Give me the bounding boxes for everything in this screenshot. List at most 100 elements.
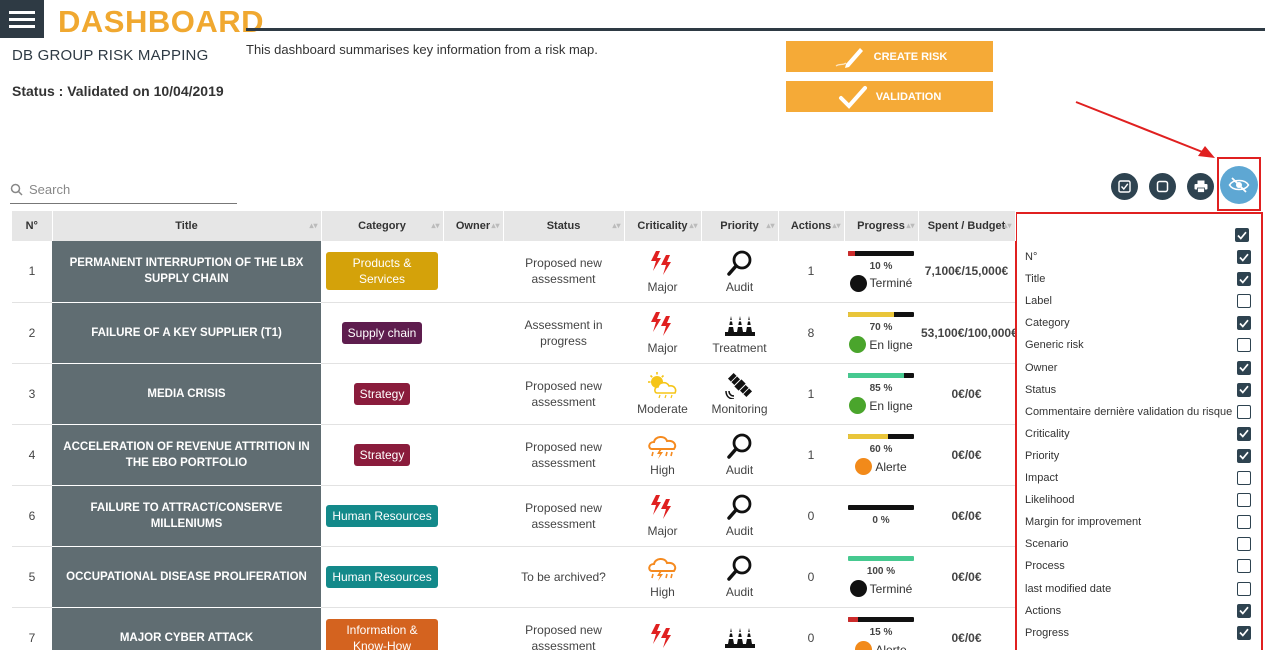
- column-header-7[interactable]: Actions ▴▾: [778, 211, 845, 241]
- risk-title[interactable]: MAJOR CYBER ATTACK: [52, 607, 321, 650]
- table-row[interactable]: 1 PERMANENT INTERRUPTION OF THE LBX SUPPL…: [12, 241, 1015, 303]
- column-visibility-button[interactable]: [1220, 166, 1258, 204]
- state-dot-icon: [855, 641, 873, 650]
- column-option[interactable]: Process: [1025, 555, 1251, 577]
- owner-cell: [443, 546, 503, 608]
- state-dot-icon: [849, 274, 867, 292]
- actions-count: 0: [778, 546, 844, 608]
- column-header-9[interactable]: Spent / Budget ▴▾: [918, 211, 1016, 241]
- sort-icon[interactable]: ▴▾: [491, 221, 499, 230]
- actions-count: 0: [778, 607, 844, 650]
- print-button[interactable]: [1187, 173, 1214, 200]
- column-header-1[interactable]: Title ▴▾: [52, 211, 322, 241]
- column-option[interactable]: Likelihood: [1025, 489, 1251, 511]
- sort-icon[interactable]: ▴▾: [309, 221, 317, 230]
- sort-icon[interactable]: ▴▾: [431, 221, 439, 230]
- column-option[interactable]: Status: [1025, 379, 1251, 401]
- column-option[interactable]: Scenario: [1025, 533, 1251, 555]
- sort-icon[interactable]: ▴▾: [612, 221, 620, 230]
- column-checkbox[interactable]: [1237, 316, 1251, 331]
- column-checkbox[interactable]: [1237, 625, 1251, 640]
- search-input[interactable]: [29, 182, 219, 197]
- risk-title[interactable]: FAILURE OF A KEY SUPPLIER (T1): [52, 302, 321, 364]
- validation-button[interactable]: VALIDATION: [786, 81, 993, 112]
- column-checkbox[interactable]: [1237, 603, 1251, 618]
- column-option-label: Commentaire dernière validation du risqu…: [1025, 405, 1233, 418]
- column-checkbox[interactable]: [1237, 294, 1251, 309]
- column-header-2[interactable]: Category ▴▾: [321, 211, 444, 241]
- column-checkbox[interactable]: [1237, 360, 1251, 375]
- table-row[interactable]: 7 MAJOR CYBER ATTACK Information & Know-Ho…: [12, 607, 1015, 650]
- page-title: DASHBOARD: [58, 4, 264, 39]
- column-option[interactable]: Criticality: [1025, 423, 1251, 445]
- column-checkbox[interactable]: [1237, 250, 1251, 264]
- column-header-label: Priority: [720, 220, 759, 232]
- column-option[interactable]: N°: [1025, 246, 1251, 268]
- category-cell: Human Resources: [321, 485, 443, 547]
- column-option[interactable]: Label: [1025, 290, 1251, 312]
- priority-label: Treatment: [712, 341, 767, 355]
- toggle-all-columns-checkbox[interactable]: [1235, 228, 1249, 242]
- risk-title[interactable]: OCCUPATIONAL DISEASE PROLIFERATION: [52, 546, 321, 608]
- hamburger-menu-icon[interactable]: [0, 0, 44, 38]
- category-badge: Information & Know-How: [326, 618, 438, 650]
- column-header-0[interactable]: N°: [12, 211, 53, 241]
- column-header-6[interactable]: Priority ▴▾: [701, 211, 779, 241]
- state-label: En ligne: [869, 337, 913, 352]
- map-subtitle: DB GROUP RISK MAPPING: [12, 47, 209, 64]
- progress-cell: 10 % Terminé: [844, 241, 918, 303]
- column-checkbox[interactable]: [1237, 404, 1251, 419]
- column-checkbox[interactable]: [1237, 515, 1251, 530]
- column-option[interactable]: Impact: [1025, 467, 1251, 489]
- sort-icon[interactable]: ▴▾: [1003, 221, 1011, 230]
- column-checkbox[interactable]: [1237, 471, 1251, 485]
- column-checkbox[interactable]: [1237, 382, 1251, 397]
- column-option[interactable]: Actions: [1025, 600, 1251, 622]
- risk-title[interactable]: PERMANENT INTERRUPTION OF THE LBX SUPPLY…: [52, 241, 321, 303]
- sort-icon[interactable]: ▴▾: [689, 221, 697, 230]
- sort-icon[interactable]: ▴▾: [766, 221, 774, 230]
- column-checkbox[interactable]: [1237, 448, 1251, 463]
- column-header-3[interactable]: Owner ▴▾: [443, 211, 504, 241]
- progress-cell: 0 %: [844, 485, 918, 547]
- table-row[interactable]: 3 MEDIA CRISIS Strategy Proposed new assess…: [12, 363, 1015, 425]
- sort-icon[interactable]: ▴▾: [906, 221, 914, 230]
- column-checkbox[interactable]: [1237, 581, 1251, 596]
- column-option[interactable]: last modified date: [1025, 578, 1251, 600]
- column-option[interactable]: Owner: [1025, 357, 1251, 379]
- risk-title[interactable]: ACCELERATION OF REVENUE ATTRITION IN THE…: [52, 424, 321, 486]
- satellite-icon: [704, 371, 775, 399]
- column-option[interactable]: Category: [1025, 312, 1251, 334]
- risk-title[interactable]: MEDIA CRISIS: [52, 363, 321, 425]
- table-row[interactable]: 5 OCCUPATIONAL DISEASE PROLIFERATION Human…: [12, 546, 1015, 608]
- column-option[interactable]: Margin for improvement: [1025, 511, 1251, 533]
- column-checkbox[interactable]: [1237, 537, 1251, 552]
- column-checkbox[interactable]: [1237, 493, 1251, 508]
- table-row[interactable]: 6 FAILURE TO ATTRACT/CONSERVE MILLENIUMS H…: [12, 485, 1015, 547]
- column-checkbox[interactable]: [1237, 559, 1251, 574]
- table-row[interactable]: 2 FAILURE OF A KEY SUPPLIER (T1) Supply ch…: [12, 302, 1015, 364]
- column-checkbox[interactable]: [1237, 338, 1251, 353]
- table-row[interactable]: 4 ACCELERATION OF REVENUE ATTRITION IN TH…: [12, 424, 1015, 486]
- column-header-4[interactable]: Status ▴▾: [503, 211, 625, 241]
- sort-icon[interactable]: ▴▾: [832, 221, 840, 230]
- create-risk-button[interactable]: CREATE RISK: [786, 41, 993, 72]
- column-option[interactable]: Priority: [1025, 445, 1251, 467]
- annotation-arrow: [1075, 101, 1215, 158]
- column-checkbox[interactable]: [1237, 272, 1251, 287]
- magnifier-icon: [704, 554, 775, 582]
- progress-state: Alerte: [848, 458, 914, 475]
- column-checkbox[interactable]: [1237, 426, 1251, 441]
- risk-table: N° Title ▴▾ Category ▴▾ Owner ▴▾ Status ▴▾ Critic…: [12, 211, 1016, 650]
- column-option[interactable]: Title: [1025, 268, 1251, 290]
- column-header-8[interactable]: Progress ▴▾: [844, 211, 919, 241]
- owner-cell: [443, 485, 503, 547]
- column-option[interactable]: Progress: [1025, 622, 1251, 644]
- column-option[interactable]: Generic risk: [1025, 334, 1251, 356]
- progress-bar: [848, 617, 914, 622]
- risk-title[interactable]: FAILURE TO ATTRACT/CONSERVE MILLENIUMS: [52, 485, 321, 547]
- column-option[interactable]: Commentaire dernière validation du risqu…: [1025, 401, 1251, 423]
- deselect-all-button[interactable]: [1149, 173, 1176, 200]
- column-header-5[interactable]: Criticality ▴▾: [624, 211, 702, 241]
- select-all-button[interactable]: [1111, 173, 1138, 200]
